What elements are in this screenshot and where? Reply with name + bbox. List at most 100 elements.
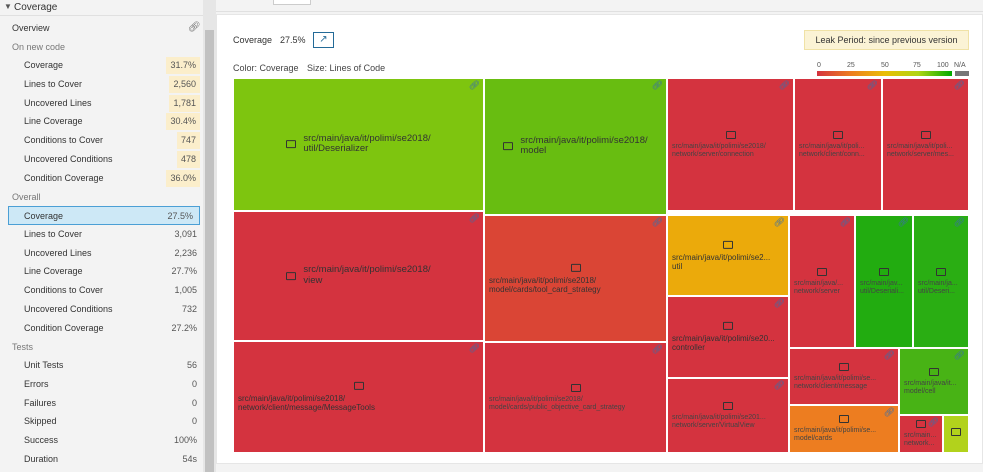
- legend-tick-75: 75: [913, 62, 921, 69]
- link-icon[interactable]: 🔗︎: [884, 350, 895, 361]
- sidebar-item-value: 27.2%: [171, 322, 197, 333]
- sidebar-scrollbar-thumb[interactable]: [205, 30, 214, 472]
- sidebar-item-coverage[interactable]: Coverage 31.7%: [0, 56, 203, 75]
- folder-icon: [817, 267, 827, 276]
- treemap-cell-content: src/main/java/it/polimi/se2018/ network/…: [668, 130, 793, 158]
- treemap-cell-label: src/main/java/it/polimi/se... model/card…: [794, 426, 877, 442]
- treemap-cell[interactable]: 🔗︎ src/main/java/it/polimi/se201... netwo…: [667, 378, 789, 453]
- treemap-cell[interactable]: 🔗︎ src/main/java/it/polimi/se2018/ networ…: [233, 341, 484, 453]
- link-icon[interactable]: 🔗︎: [774, 380, 785, 391]
- sidebar-item-value: 747: [176, 132, 200, 149]
- treemap-cell[interactable]: 🔗︎ src/main... network...: [899, 415, 943, 453]
- sidebar-item-label: Uncovered Conditions: [24, 303, 113, 314]
- link-icon[interactable]: 🔗︎: [469, 343, 480, 354]
- sidebar-item-value: 1,781: [169, 94, 200, 112]
- treemap-cell-content: src/main... network...: [900, 419, 942, 448]
- link-icon[interactable]: 🔗︎: [840, 217, 851, 228]
- link-icon[interactable]: 🔗︎: [652, 217, 663, 228]
- treemap-cell[interactable]: 🔗︎ src/main/java/it/polimi/se... model/ca…: [789, 405, 899, 453]
- treemap-cell-label: src/main/java/it/polimi/se2... util: [672, 252, 771, 271]
- sidebar-item-value: 1,005: [174, 285, 197, 295]
- treemap-cell[interactable]: 🔗︎ src/main/java/... network/server: [789, 215, 855, 348]
- treemap-cell[interactable]: 🔗︎ src/main/java/it/polimi/se2018/ networ…: [667, 78, 794, 211]
- sidebar-item-line-coverage[interactable]: Line Coverage 30.4%: [0, 112, 203, 131]
- treemap-cell[interactable]: [943, 415, 969, 453]
- sidebar-item-label: Conditions to Cover: [24, 285, 104, 295]
- treemap-cell[interactable]: 🔗︎ src/main/java/it/polimi/se2018/ model/…: [484, 342, 667, 453]
- sidebar-item-uncovered-conditions[interactable]: Uncovered Conditions 478: [0, 150, 203, 169]
- sidebar-item-label: Success: [24, 435, 59, 445]
- sidebar-item-skipped[interactable]: Skipped 0: [0, 412, 203, 431]
- treemap-cell[interactable]: 🔗︎ src/main/java/it/polimi/se20... contro…: [667, 296, 789, 378]
- sidebar-item-value: 54s: [182, 453, 197, 464]
- treemap-cell[interactable]: 🔗︎ src/main/java/it/polimi/se... network/…: [789, 348, 899, 405]
- sidebar-item-conditions-to-cover[interactable]: Conditions to Cover 747: [0, 131, 203, 150]
- treemap-cell[interactable]: 🔗︎ src/main/jav... util/Deseriali...: [855, 215, 913, 348]
- sidebar-item-coverage[interactable]: Coverage 27.5%: [8, 206, 200, 225]
- folder-icon: [916, 419, 926, 428]
- sidebar-item-label: Skipped: [24, 416, 57, 427]
- treemap-cell[interactable]: 🔗︎ src/main/ja... util/Deseri...: [913, 215, 969, 348]
- treemap-cell-label: src/main/java/it... model/cell: [904, 379, 957, 395]
- legend-tick-50: 50: [881, 62, 889, 69]
- link-icon[interactable]: 🔗︎: [898, 217, 909, 228]
- treemap-cell[interactable]: 🔗︎ src/main/java/it/polimi/se2018/ util/D…: [233, 78, 484, 211]
- sidebar-item-value: 3,091: [174, 228, 197, 239]
- link-icon[interactable]: 🔗︎: [469, 213, 480, 224]
- sidebar-item-value: 100%: [173, 435, 197, 445]
- sidebar-item-success[interactable]: Success 100%: [0, 431, 203, 450]
- folder-icon: [353, 381, 364, 390]
- sidebar-item-value: 732: [181, 303, 197, 314]
- legend-tick-0: 0: [817, 62, 821, 69]
- coverage-domain-header[interactable]: ▼ Coverage: [0, 0, 203, 16]
- sidebar-item-condition-coverage[interactable]: Condition Coverage 27.2%: [0, 319, 203, 338]
- link-icon[interactable]: 🔗︎: [774, 217, 785, 228]
- treemap-cell-content: src/main/java/it/polimi/se2018/ model: [485, 135, 666, 158]
- treemap-cell[interactable]: 🔗︎ src/main/java/it/poli... network/serve…: [882, 78, 969, 211]
- sidebar-item-line-coverage[interactable]: Line Coverage 27.7%: [0, 262, 203, 281]
- sidebar-item-condition-coverage[interactable]: Condition Coverage 36.0%: [0, 169, 203, 188]
- link-icon[interactable]: 🔗︎: [867, 80, 878, 91]
- folder-icon: [936, 267, 946, 276]
- sidebar-item-uncovered-conditions[interactable]: Uncovered Conditions 732: [0, 300, 203, 319]
- treemap-cell[interactable]: 🔗︎ src/main/java/it/polimi/se2018/ view: [233, 211, 484, 341]
- link-icon[interactable]: 🔗︎: [774, 298, 785, 309]
- treemap-cell[interactable]: 🔗︎ src/main/java/it/poli... network/clien…: [794, 78, 882, 211]
- overview-link[interactable]: Overview: [12, 23, 50, 33]
- sidebar-item-duration[interactable]: Duration 54s: [0, 450, 203, 469]
- link-icon[interactable]: 🔗︎: [652, 80, 663, 91]
- treemap-cell-content: src/main/java/... network/server: [790, 267, 854, 295]
- page-size-select[interactable]: [273, 0, 311, 5]
- sidebar-item-unit-tests[interactable]: Unit Tests 56: [0, 356, 203, 375]
- sidebar-item-uncovered-lines[interactable]: Uncovered Lines 1,781: [0, 94, 203, 113]
- sidebar-item-value: 30.4%: [166, 113, 200, 131]
- treemap-cell[interactable]: 🔗︎ src/main/java/it/polimi/se2018/ model: [484, 78, 667, 215]
- sidebar-item-label: Line Coverage: [24, 116, 83, 127]
- link-icon[interactable]: 🔗︎: [469, 80, 480, 91]
- sidebar-item-errors[interactable]: Errors 0: [0, 375, 203, 394]
- link-icon[interactable]: 🔗︎: [652, 344, 663, 355]
- sidebar-item-value: 0: [191, 397, 197, 408]
- treemap-icon: 🔗︎: [188, 22, 201, 33]
- sidebar-item-conditions-to-cover[interactable]: Conditions to Cover 1,005: [0, 281, 203, 300]
- history-trend-button[interactable]: ↗: [313, 32, 334, 48]
- link-icon[interactable]: 🔗︎: [954, 80, 965, 91]
- sidebar-item-failures[interactable]: Failures 0: [0, 394, 203, 413]
- sidebar-item-uncovered-lines[interactable]: Uncovered Lines 2,236: [0, 244, 203, 263]
- treemap-cell[interactable]: 🔗︎ src/main/java/it/polimi/se2... util: [667, 215, 789, 296]
- link-icon[interactable]: 🔗︎: [779, 80, 790, 91]
- treemap-cell-label: src/main/java/it/polimi/se2018/ util/Des…: [303, 132, 431, 155]
- legend-na-label: N/A: [954, 62, 966, 69]
- sidebar-item-label: Coverage: [24, 211, 64, 221]
- treemap-cell[interactable]: 🔗︎ src/main/java/it... model/cell: [899, 348, 969, 415]
- sidebar-item-lines-to-cover[interactable]: Lines to Cover 2,560: [0, 75, 203, 94]
- sidebar-item-label: Uncovered Lines: [24, 97, 92, 108]
- treemap-cell[interactable]: 🔗︎ src/main/java/it/polimi/se2018/ model/…: [484, 215, 667, 342]
- link-icon[interactable]: 🔗︎: [954, 350, 965, 361]
- link-icon[interactable]: 🔗︎: [954, 217, 965, 228]
- sidebar-item-lines-to-cover[interactable]: Lines to Cover 3,091: [0, 225, 203, 244]
- treemap-cell-label: src/main/java/it/polimi/se20... controll…: [672, 333, 775, 352]
- treemap-cell-content: src/main/java/it/polimi/se... model/card…: [790, 414, 898, 443]
- sidebar-item-label: Errors: [24, 378, 49, 389]
- sidebar-item-label: Uncovered Conditions: [24, 153, 113, 164]
